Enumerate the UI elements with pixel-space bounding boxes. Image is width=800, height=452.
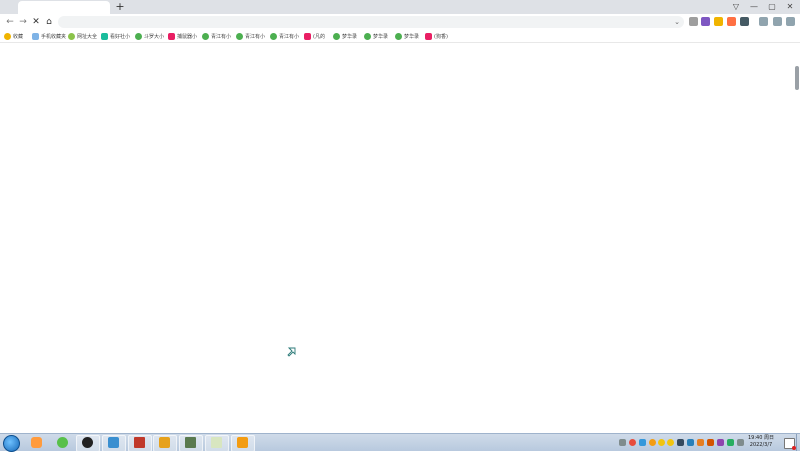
play-icon [364,32,371,40]
fox-extension-icon[interactable] [727,17,736,26]
notification-icon[interactable] [784,438,796,450]
undo-icon[interactable] [773,17,782,26]
clock-time: 19:40 周日 [748,435,774,441]
bookmark-item[interactable]: 梦华录 [364,31,388,41]
bookmark-item[interactable]: 梦华录 [333,31,357,41]
stop-button[interactable]: ✕ [30,16,42,28]
scrollbar-thumb[interactable] [795,66,799,90]
bookmark-label: 收藏 [13,33,24,40]
bookmark-label: 梦华录 [404,33,420,40]
video-app-icon[interactable] [153,435,177,452]
page-content[interactable] [0,43,800,433]
forward-button[interactable]: → [17,16,29,28]
tray-icon[interactable] [677,439,684,446]
star-icon [4,32,11,40]
new-tab-button[interactable]: + [114,0,126,14]
ie-icon[interactable] [26,435,48,450]
book-icon [101,32,108,40]
show-desktop-button[interactable] [796,434,800,451]
bookmark-item[interactable]: 看好社小 [101,31,130,41]
phone-icon [32,32,39,40]
bookmark-item[interactable]: 梦华录 [395,31,419,41]
360-browser-icon[interactable] [52,435,74,450]
tray-icon[interactable] [619,439,626,446]
bookmark-label: 青江有小 [245,33,266,40]
tray-icon[interactable] [649,439,656,446]
chevron-down-icon[interactable]: ⌄ [674,16,680,28]
bookmark-item[interactable]: 青江有小 [236,31,265,41]
home-button[interactable]: ⌂ [43,16,55,28]
play-icon [135,32,142,40]
bookmark-item[interactable]: 青江有小 [270,31,299,41]
play-icon [333,32,340,40]
tray-icon[interactable] [687,439,694,446]
play-icon [395,32,402,40]
shield-icon[interactable]: ▽ [727,0,745,14]
address-input[interactable] [64,16,664,28]
bookmark-item[interactable]: 捕鼠器小 [168,31,197,41]
taskbar: 19:40 周日 2022/3/7 [0,433,800,452]
media-player-icon[interactable] [128,435,152,452]
address-bar[interactable]: ⌄ [58,16,684,28]
bookmark-item[interactable]: (凡的 [304,31,325,41]
clock-date: 2022/3/7 [749,442,773,448]
bookmark-item[interactable]: 网址大全 [68,31,97,41]
globe-icon [68,32,75,40]
bookmark-label: 斗罗大小 [144,33,165,40]
bookmark-label: 青江有小 [211,33,232,40]
download-icon[interactable] [759,17,768,26]
bookmark-label: (狗香) [434,33,448,40]
bookmark-item[interactable]: (狗香) [425,31,448,41]
apps-grid-icon[interactable] [740,17,749,26]
extension-icon[interactable] [701,17,710,26]
active-tab[interactable] [18,1,110,14]
shield-extension-icon[interactable] [714,17,723,26]
obs-icon[interactable] [76,435,100,452]
notepad-icon[interactable] [205,435,229,452]
tray-icon[interactable] [707,439,714,446]
menu-icon[interactable] [786,17,795,26]
tray-icon[interactable] [658,439,665,446]
navigation-bar: ← → ✕ ⌂ ⌄ [0,14,800,30]
bookmark-item[interactable]: 青江有小 [202,31,231,41]
tab-strip: + ▽ — ▢ ✕ [0,0,800,14]
clock[interactable]: 19:40 周日 2022/3/7 [746,435,776,450]
bookmark-label: 网址大全 [77,33,98,40]
file-manager-icon[interactable] [102,435,126,452]
tray-icon[interactable] [697,439,704,446]
start-button[interactable] [3,435,20,452]
bookmark-item[interactable]: 斗罗大小 [135,31,164,41]
bookmark-label: 看好社小 [110,33,131,40]
tray-icon[interactable] [717,439,724,446]
play-icon [236,32,243,40]
help-icon[interactable] [231,435,255,452]
bookmark-label: 捕鼠器小 [177,33,198,40]
tray-icon[interactable] [639,439,646,446]
minimize-button[interactable]: — [745,0,763,14]
game-icon[interactable] [179,435,203,452]
bookmark-label: (凡的 [313,33,325,40]
bookmark-label: 青江有小 [279,33,300,40]
close-button[interactable]: ✕ [781,0,799,14]
page-icon [425,32,432,40]
play-icon [270,32,277,40]
network-icon[interactable] [727,439,734,446]
bookmark-label: 梦华录 [373,33,389,40]
tray-icon[interactable] [667,439,674,446]
scissors-icon[interactable] [689,17,698,26]
bookmark-item[interactable]: 手机收藏夹 [32,31,66,41]
bookmarks-bar: 收藏 手机收藏夹 网址大全 看好社小 斗罗大小 捕鼠器小 青江有小 青江有小 青… [0,30,800,43]
page-icon [304,32,311,40]
play-icon [202,32,209,40]
bookmark-item[interactable]: 收藏 [4,31,23,41]
back-button[interactable]: ← [4,16,16,28]
bookmark-label: 梦华录 [342,33,358,40]
page-icon [168,32,175,40]
tray-icon[interactable] [629,439,636,446]
volume-icon[interactable] [737,439,744,446]
maximize-button[interactable]: ▢ [763,0,781,14]
bookmark-label: 手机收藏夹 [41,33,67,40]
cursor-icon [287,347,296,357]
